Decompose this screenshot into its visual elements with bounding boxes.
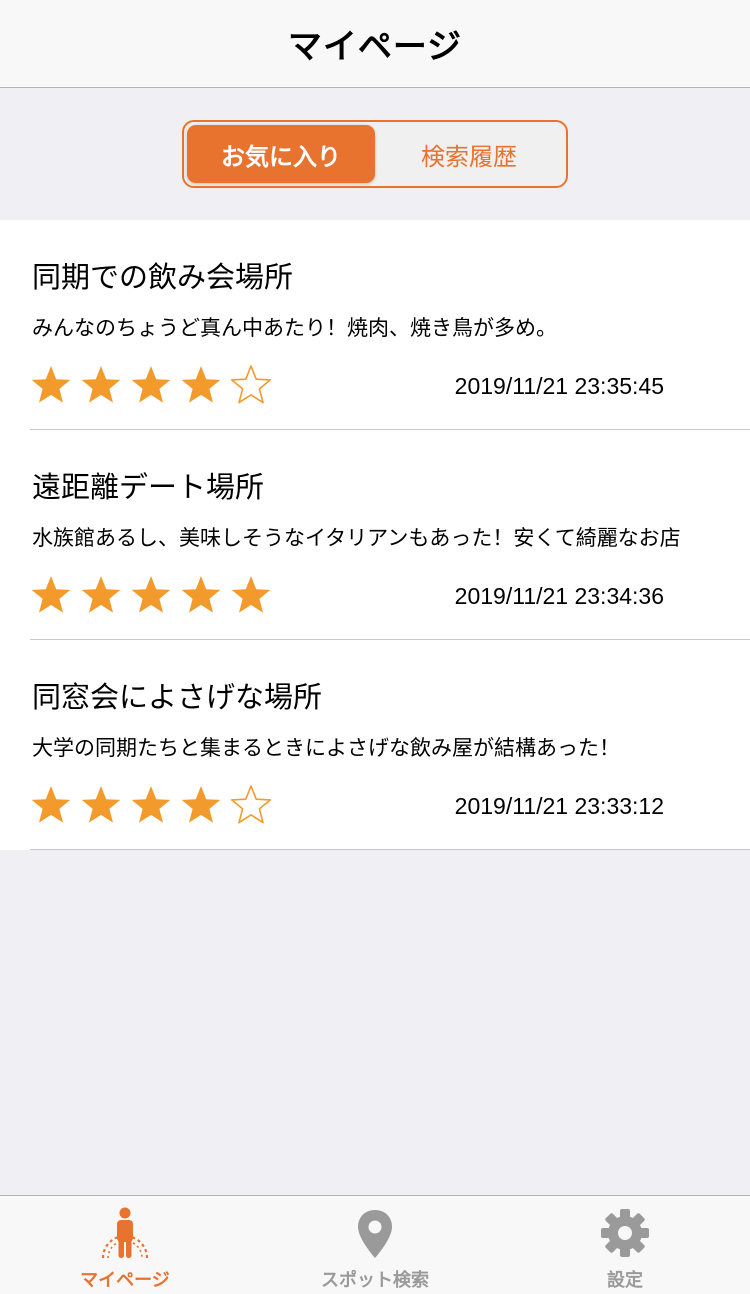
star-filled-icon	[131, 786, 171, 823]
favorites-list: 同期での飲み会場所 みんなのちょうど真ん中あたり！焼肉、焼き鳥が多め。 2019…	[0, 220, 750, 850]
item-date: 2019/11/21 23:33:12	[454, 793, 664, 819]
divider	[30, 849, 750, 850]
tab-settings[interactable]: 設定	[500, 1196, 750, 1294]
star-filled-icon	[31, 576, 71, 613]
star-filled-icon	[31, 786, 71, 823]
item-title: 遠距離デート場所	[32, 470, 265, 504]
star-empty-icon	[230, 365, 272, 404]
segment-favorites[interactable]: お気に入り	[187, 125, 375, 183]
star-filled-icon	[81, 786, 121, 823]
item-title: 同期での飲み会場所	[32, 260, 294, 294]
star-filled-icon	[31, 366, 71, 403]
star-filled-icon	[181, 576, 221, 613]
item-date: 2019/11/21 23:34:36	[454, 583, 664, 609]
map-pin-icon	[358, 1210, 392, 1258]
tab-spot-search[interactable]: スポット検索	[250, 1196, 500, 1294]
tab-label: 設定	[607, 1270, 643, 1291]
item-description: みんなのちょうど真ん中あたり！焼肉、焼き鳥が多め。	[32, 316, 557, 340]
item-description: 大学の同期たちと集まるときによさげな飲み屋が結構あった！	[32, 736, 620, 760]
list-item[interactable]: 同窓会によさげな場所 大学の同期たちと集まるときによさげな飲み屋が結構あった！ …	[0, 640, 750, 850]
item-title: 同窓会によさげな場所	[32, 680, 323, 714]
tab-label: マイページ	[80, 1270, 170, 1291]
item-description: 水族館あるし、美味しそうなイタリアンもあった！安くて綺麗なお店	[32, 526, 681, 550]
star-filled-icon	[131, 576, 171, 613]
star-filled-icon	[81, 576, 121, 613]
star-filled-icon	[181, 786, 221, 823]
segment-area: お気に入り 検索履歴	[0, 88, 750, 220]
page-title: マイページ	[287, 27, 463, 67]
star-filled-icon	[81, 366, 121, 403]
navigation-bar: マイページ	[0, 0, 750, 88]
tab-mypage[interactable]: マイページ	[0, 1196, 250, 1294]
item-date: 2019/11/21 23:35:45	[454, 373, 664, 399]
list-item[interactable]: 遠距離デート場所 水族館あるし、美味しそうなイタリアンもあった！安くて綺麗なお店…	[0, 430, 750, 640]
star-filled-icon	[131, 366, 171, 403]
star-rating	[30, 364, 280, 406]
segmented-control[interactable]: お気に入り 検索履歴	[182, 120, 568, 188]
tab-label: スポット検索	[321, 1270, 429, 1291]
star-filled-icon	[181, 366, 221, 403]
star-rating	[30, 574, 280, 616]
tab-bar: マイページ スポット検索 設定	[0, 1195, 750, 1294]
segment-search-history[interactable]: 検索履歴	[375, 125, 563, 183]
list-item[interactable]: 同期での飲み会場所 みんなのちょうど真ん中あたり！焼肉、焼き鳥が多め。 2019…	[0, 220, 750, 430]
person-icon	[101, 1207, 149, 1259]
gear-icon	[601, 1209, 649, 1257]
star-empty-icon	[230, 785, 272, 824]
star-filled-icon	[231, 576, 271, 613]
star-rating	[30, 784, 280, 826]
